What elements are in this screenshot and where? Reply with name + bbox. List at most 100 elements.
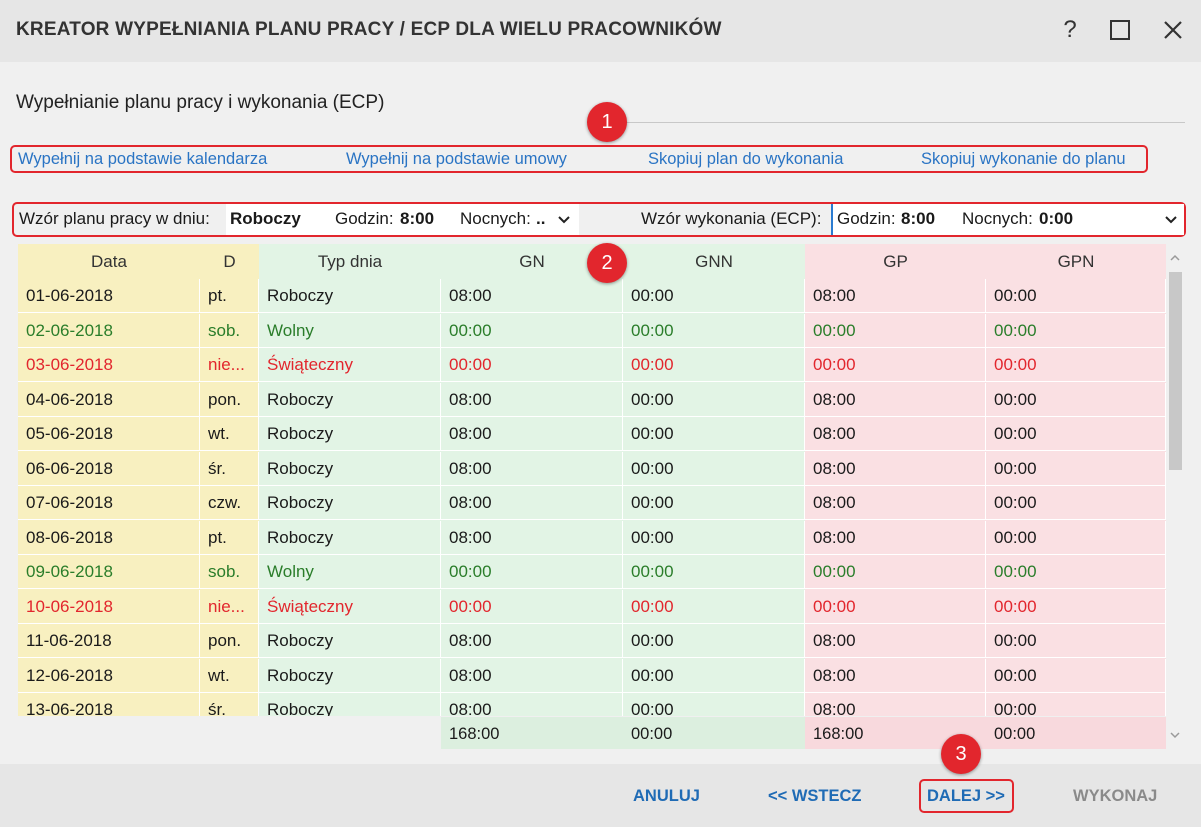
cell-day-type[interactable]: Roboczy <box>259 417 441 451</box>
cell-gn[interactable]: 08:00 <box>441 417 623 451</box>
cell-date[interactable]: 01-06-2018 <box>18 279 200 313</box>
cell-gpn[interactable]: 00:00 <box>986 451 1166 486</box>
cell-date[interactable]: 10-06-2018 <box>18 589 200 624</box>
table-row[interactable]: 06-06-2018 śr. Roboczy 08:00 00:00 08:00 00:00 <box>18 451 1166 487</box>
cell-day[interactable]: pon. <box>200 382 259 417</box>
table-row[interactable]: 02-06-2018 sob. Wolny 00:00 00:00 00:00 00:00 <box>18 313 1166 349</box>
help-button[interactable]: ? <box>1052 12 1088 48</box>
cell-gp[interactable]: 00:00 <box>805 589 986 624</box>
cell-gpn[interactable]: 00:00 <box>986 555 1166 589</box>
cell-day-type[interactable]: Roboczy <box>259 451 441 486</box>
table-row[interactable]: 08-06-2018 pt. Roboczy 08:00 00:00 08:00 00:00 <box>18 520 1166 556</box>
cell-gp[interactable]: 08:00 <box>805 382 986 417</box>
copy-plan-to-execution-link[interactable]: Skopiuj plan do wykonania <box>648 150 843 169</box>
scroll-down-icon[interactable] <box>1169 730 1181 740</box>
header-day-type[interactable]: Typ dnia <box>259 244 441 279</box>
cell-gpn[interactable]: 00:00 <box>986 313 1166 348</box>
exec-pattern-select[interactable]: Godzin: 8:00 Nocnych: 0:00 <box>831 204 1184 235</box>
cell-gpn[interactable]: 00:00 <box>986 693 1166 716</box>
copy-execution-to-plan-link[interactable]: Skopiuj wykonanie do planu <box>921 150 1126 169</box>
table-row[interactable]: 01-06-2018 pt. Roboczy 08:00 00:00 08:00 00:00 <box>18 279 1166 314</box>
cell-gnn[interactable]: 00:00 <box>623 589 805 624</box>
cell-day-type[interactable]: Roboczy <box>259 279 441 313</box>
cell-date[interactable]: 04-06-2018 <box>18 382 200 417</box>
cell-day[interactable]: wt. <box>200 658 259 693</box>
table-row[interactable]: 07-06-2018 czw. Roboczy 08:00 00:00 08:00 00:0… <box>18 486 1166 521</box>
header-gp[interactable]: GP <box>805 244 986 279</box>
cell-gp[interactable]: 00:00 <box>805 348 986 382</box>
cell-day-type[interactable]: Świąteczny <box>259 348 441 382</box>
cell-gn[interactable]: 08:00 <box>441 693 623 716</box>
cell-day-type[interactable]: Roboczy <box>259 486 441 520</box>
cell-day-type[interactable]: Roboczy <box>259 693 441 716</box>
cell-gnn[interactable]: 00:00 <box>623 348 805 382</box>
header-data[interactable]: Data <box>18 244 200 279</box>
cell-gp[interactable]: 08:00 <box>805 279 986 313</box>
cell-day-type[interactable]: Roboczy <box>259 658 441 693</box>
cell-date[interactable]: 06-06-2018 <box>18 451 200 486</box>
execute-button[interactable]: WYKONAJ <box>1073 787 1157 806</box>
cell-gpn[interactable]: 00:00 <box>986 624 1166 658</box>
close-button[interactable] <box>1155 12 1191 48</box>
cell-gpn[interactable]: 00:00 <box>986 279 1166 313</box>
cell-day[interactable]: pt. <box>200 520 259 555</box>
scroll-up-icon[interactable] <box>1169 253 1181 263</box>
cell-date[interactable]: 09-06-2018 <box>18 555 200 589</box>
cell-day[interactable]: śr. <box>200 693 259 716</box>
cell-gnn[interactable]: 00:00 <box>623 520 805 555</box>
cell-gnn[interactable]: 00:00 <box>623 486 805 520</box>
back-button[interactable]: << WSTECZ <box>768 787 862 806</box>
cell-gn[interactable]: 08:00 <box>441 624 623 658</box>
cell-day-type[interactable]: Roboczy <box>259 520 441 555</box>
cell-day[interactable]: sob. <box>200 555 259 589</box>
cell-gnn[interactable]: 00:00 <box>623 279 805 313</box>
table-row[interactable]: 09-06-2018 sob. Wolny 00:00 00:00 00:00 00:00 <box>18 555 1166 590</box>
cell-date[interactable]: 12-06-2018 <box>18 658 200 693</box>
cell-gn[interactable]: 00:00 <box>441 313 623 348</box>
cell-gn[interactable]: 00:00 <box>441 589 623 624</box>
cell-day[interactable]: nie... <box>200 589 259 624</box>
table-row[interactable]: 04-06-2018 pon. Roboczy 08:00 00:00 08:00 00:0… <box>18 382 1166 418</box>
cell-gpn[interactable]: 00:00 <box>986 658 1166 693</box>
cell-day-type[interactable]: Roboczy <box>259 382 441 417</box>
cell-gnn[interactable]: 00:00 <box>623 451 805 486</box>
cell-gpn[interactable]: 00:00 <box>986 589 1166 624</box>
scrollbar-thumb[interactable] <box>1169 272 1182 470</box>
cell-day[interactable]: czw. <box>200 486 259 520</box>
cell-date[interactable]: 13-06-2018 <box>18 693 200 716</box>
cell-gp[interactable]: 08:00 <box>805 693 986 716</box>
maximize-button[interactable] <box>1102 12 1138 48</box>
cell-gn[interactable]: 08:00 <box>441 486 623 520</box>
cell-gp[interactable]: 08:00 <box>805 451 986 486</box>
cell-gpn[interactable]: 00:00 <box>986 348 1166 382</box>
cell-gp[interactable]: 00:00 <box>805 313 986 348</box>
cell-day-type[interactable]: Wolny <box>259 313 441 348</box>
next-button[interactable]: DALEJ >> <box>927 787 1005 806</box>
table-row[interactable]: 12-06-2018 wt. Roboczy 08:00 00:00 08:00 00:00 <box>18 658 1166 694</box>
cell-gp[interactable]: 00:00 <box>805 555 986 589</box>
cell-day[interactable]: wt. <box>200 417 259 451</box>
cell-day[interactable]: śr. <box>200 451 259 486</box>
table-row[interactable]: 05-06-2018 wt. Roboczy 08:00 00:00 08:00 00:00 <box>18 417 1166 452</box>
cell-day[interactable]: pt. <box>200 279 259 313</box>
table-row[interactable]: 10-06-2018 nie... Świąteczny 00:00 00:00 00:0… <box>18 589 1166 625</box>
cell-gp[interactable]: 08:00 <box>805 520 986 555</box>
cell-gn[interactable]: 00:00 <box>441 555 623 589</box>
cell-gn[interactable]: 08:00 <box>441 451 623 486</box>
cell-day-type[interactable]: Roboczy <box>259 624 441 658</box>
cell-gpn[interactable]: 00:00 <box>986 382 1166 417</box>
cell-day[interactable]: pon. <box>200 624 259 658</box>
fill-from-calendar-link[interactable]: Wypełnij na podstawie kalendarza <box>18 150 267 169</box>
cell-gnn[interactable]: 00:00 <box>623 658 805 693</box>
cell-gpn[interactable]: 00:00 <box>986 486 1166 520</box>
cell-gpn[interactable]: 00:00 <box>986 520 1166 555</box>
cell-gnn[interactable]: 00:00 <box>623 555 805 589</box>
cell-gp[interactable]: 08:00 <box>805 486 986 520</box>
cell-date[interactable]: 02-06-2018 <box>18 313 200 348</box>
table-row[interactable]: 11-06-2018 pon. Roboczy 08:00 00:00 08:00 00:0… <box>18 624 1166 659</box>
table-row[interactable]: 03-06-2018 nie... Świąteczny 00:00 00:00 00:0… <box>18 348 1166 383</box>
cell-gp[interactable]: 08:00 <box>805 417 986 451</box>
cancel-button[interactable]: ANULUJ <box>633 787 700 806</box>
table-row[interactable]: 13-06-2018 śr. Roboczy 08:00 00:00 08:00 00:00 <box>18 693 1166 716</box>
cell-gn[interactable]: 00:00 <box>441 348 623 382</box>
